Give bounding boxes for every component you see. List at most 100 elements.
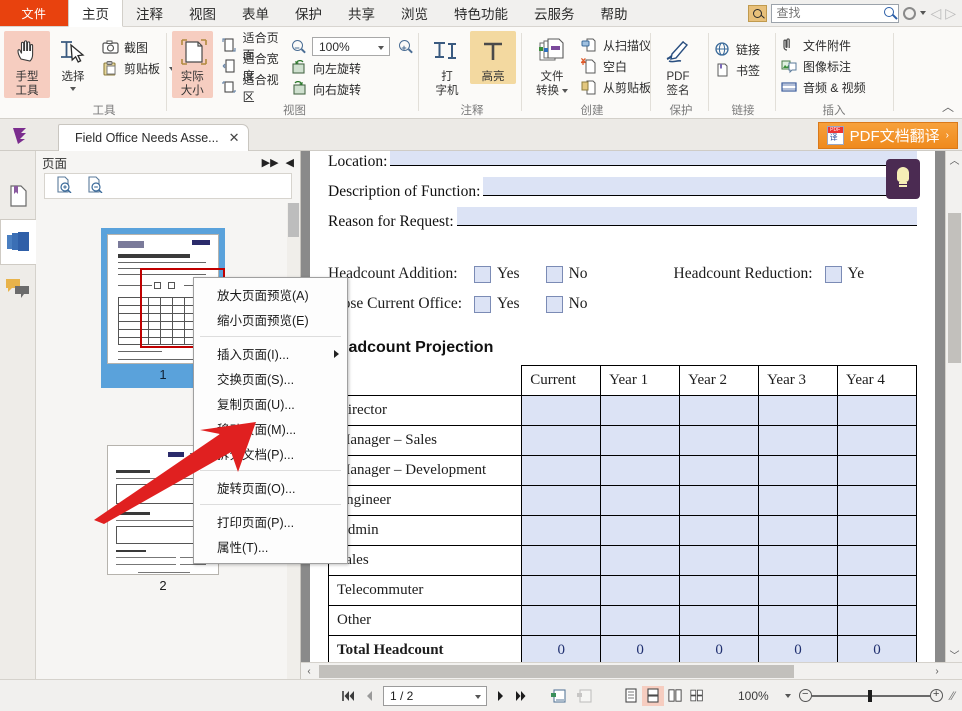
table-cell-other-year4[interactable] — [838, 606, 917, 636]
form-input-location[interactable] — [390, 151, 917, 166]
select-tool-button[interactable]: 选择 — [50, 31, 96, 91]
close-icon[interactable]: ✕ — [229, 130, 240, 146]
table-cell-director-year1[interactable] — [601, 396, 680, 426]
table-cell-telecommuter-year4[interactable] — [838, 576, 917, 606]
resize-grip-icon[interactable]: ⁄⁄ — [947, 685, 959, 707]
prev-page-button[interactable] — [359, 685, 379, 707]
scroll-right-icon[interactable]: › — [929, 663, 945, 679]
menu-tab-protect[interactable]: 保护 — [282, 0, 335, 26]
sidebar-item-bookmarks[interactable] — [0, 173, 36, 219]
checkbox-close-office-yes[interactable] — [474, 296, 491, 313]
hand-tool-button[interactable]: 手型 工具 — [4, 31, 50, 98]
table-cell-sales-year3[interactable] — [759, 546, 838, 576]
zoom-dropdown-icon[interactable] — [378, 46, 384, 50]
page-number-input[interactable]: 1 / 2 — [383, 686, 487, 706]
table-cell-total-year1[interactable]: 0 — [601, 636, 680, 666]
table-cell-sales-year4[interactable] — [838, 546, 917, 576]
table-cell-manager-dev-year2[interactable] — [680, 456, 759, 486]
document-vertical-scrollbar[interactable]: ︿ ﹀ — [945, 151, 962, 662]
forward-arrow-icon[interactable]: ▷ — [945, 5, 956, 22]
find-toggle-icon[interactable] — [748, 5, 767, 22]
from-scanner-button[interactable]: 从扫描仪 — [581, 35, 654, 56]
zoom-out-icon[interactable]: − — [291, 39, 307, 55]
table-cell-director-year3[interactable] — [759, 396, 838, 426]
search-input-wrapper[interactable] — [771, 4, 899, 23]
table-cell-total-year4[interactable]: 0 — [838, 636, 917, 666]
document-horizontal-scrollbar[interactable]: ‹ › — [301, 662, 962, 679]
table-cell-manager-sales-year3[interactable] — [759, 426, 838, 456]
menu-tab-comment[interactable]: 注释 — [123, 0, 176, 26]
table-cell-engineer-year2[interactable] — [680, 486, 759, 516]
zoom-in-button[interactable]: + — [930, 689, 943, 702]
search-input[interactable] — [772, 5, 872, 21]
zoom-slider[interactable]: − + — [799, 689, 943, 702]
panel-expand-icon[interactable]: ▶▶ — [262, 156, 279, 169]
table-cell-manager-sales-current[interactable] — [522, 426, 601, 456]
table-cell-telecommuter-year2[interactable] — [680, 576, 759, 606]
select-tool-dropdown-icon[interactable] — [70, 87, 76, 91]
from-clipboard-button[interactable]: 从剪贴板 — [581, 77, 654, 98]
page-transition-alt-button[interactable] — [572, 685, 598, 707]
gear-icon[interactable] — [903, 7, 916, 20]
table-cell-admin-year3[interactable] — [759, 516, 838, 546]
panel-collapse-icon[interactable]: ◀ — [286, 156, 294, 169]
table-cell-engineer-year3[interactable] — [759, 486, 838, 516]
table-cell-manager-dev-current[interactable] — [522, 456, 601, 486]
zoom-in-page-icon[interactable] — [55, 176, 72, 196]
table-cell-admin-year2[interactable] — [680, 516, 759, 546]
table-cell-manager-dev-year3[interactable] — [759, 456, 838, 486]
menu-tab-share[interactable]: 共享 — [335, 0, 388, 26]
pdf-sign-button[interactable]: PDF 签名 — [655, 31, 701, 98]
table-cell-telecommuter-year1[interactable] — [601, 576, 680, 606]
context-menu-item-swap-pages[interactable]: 交换页面(S)... — [194, 366, 347, 391]
table-cell-admin-current[interactable] — [522, 516, 601, 546]
menu-tab-view[interactable]: 视图 — [176, 0, 229, 26]
blank-page-button[interactable]: 空白 — [581, 56, 654, 77]
table-cell-manager-dev-year1[interactable] — [601, 456, 680, 486]
form-input-reason[interactable] — [457, 207, 917, 226]
document-tab[interactable]: Field Office Needs Asse... ✕ — [58, 124, 249, 151]
form-input-description[interactable] — [483, 177, 917, 196]
context-menu-item-properties[interactable]: 属性(T)... — [194, 534, 347, 559]
zoom-out-page-icon[interactable] — [86, 176, 103, 196]
table-cell-manager-sales-year2[interactable] — [680, 426, 759, 456]
checkbox-close-office-no[interactable] — [546, 296, 563, 313]
scroll-up-icon[interactable]: ︿ — [946, 151, 962, 167]
sidebar-item-comments[interactable] — [0, 265, 36, 311]
rotate-right-button[interactable]: 向右旋转 — [291, 79, 417, 100]
menu-tab-home[interactable]: 主页 — [68, 0, 123, 27]
chevron-down-icon[interactable] — [920, 11, 926, 15]
view-continuous-facing-button[interactable] — [686, 686, 708, 706]
context-menu-item-zoom-in-preview[interactable]: 放大页面预览(A) — [194, 282, 347, 307]
zoom-slider-track[interactable] — [812, 695, 930, 697]
table-cell-sales-year2[interactable] — [680, 546, 759, 576]
menu-tab-form[interactable]: 表单 — [229, 0, 282, 26]
view-single-page-button[interactable] — [620, 686, 642, 706]
menu-tab-cloud[interactable]: 云服务 — [521, 0, 588, 26]
table-cell-sales-year1[interactable] — [601, 546, 680, 576]
menu-tab-features[interactable]: 特色功能 — [441, 0, 521, 26]
image-annotation-button[interactable]: 图像标注 — [781, 56, 869, 77]
table-cell-manager-sales-year1[interactable] — [601, 426, 680, 456]
table-cell-admin-year1[interactable] — [601, 516, 680, 546]
rotate-left-button[interactable]: 向左旋转 — [291, 58, 417, 79]
table-cell-other-year3[interactable] — [759, 606, 838, 636]
table-cell-manager-dev-year4[interactable] — [838, 456, 917, 486]
horizontal-scrollbar-thumb[interactable] — [319, 665, 794, 678]
table-cell-admin-year4[interactable] — [838, 516, 917, 546]
actual-size-button[interactable]: 实际 大小 — [172, 31, 213, 98]
scroll-down-icon[interactable]: ﹀ — [946, 646, 962, 662]
context-menu-item-insert-pages[interactable]: 插入页面(I)... — [194, 341, 347, 366]
table-cell-engineer-current[interactable] — [522, 486, 601, 516]
context-menu-item-zoom-out-preview[interactable]: 缩小页面预览(E) — [194, 307, 347, 332]
scroll-left-icon[interactable]: ‹ — [301, 663, 317, 679]
checkbox-headcount-reduction-yes[interactable] — [825, 266, 842, 283]
page-dropdown-icon[interactable] — [475, 695, 481, 699]
table-cell-director-year4[interactable] — [838, 396, 917, 426]
zoom-preset-dropdown-icon[interactable] — [785, 694, 791, 698]
file-convert-dropdown-icon[interactable] — [562, 89, 568, 93]
menu-tab-help[interactable]: 帮助 — [588, 0, 641, 26]
table-cell-director-current[interactable] — [522, 396, 601, 426]
back-arrow-icon[interactable]: ◁ — [930, 5, 941, 22]
table-cell-sales-current[interactable] — [522, 546, 601, 576]
